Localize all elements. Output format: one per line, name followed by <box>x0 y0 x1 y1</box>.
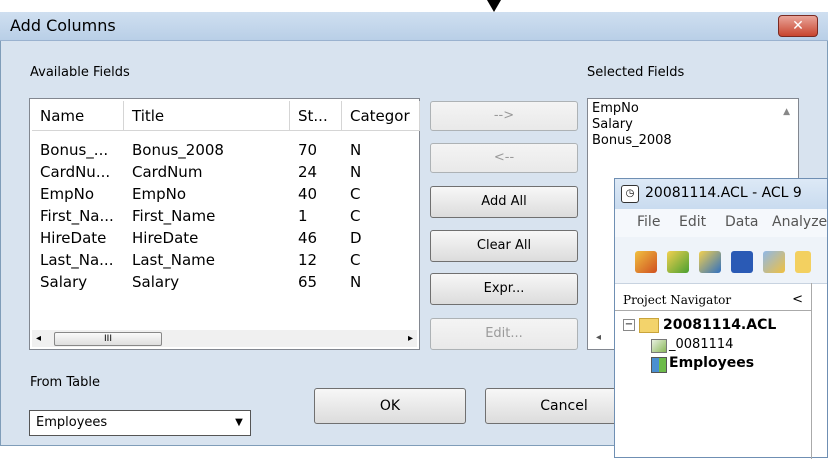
cell-name: Salary <box>40 273 88 291</box>
dialog-title: Add Columns <box>10 16 116 35</box>
dialog-titlebar: Add Columns ✕ <box>0 12 828 41</box>
column-header-category[interactable]: Categor <box>342 101 420 131</box>
scroll-thumb[interactable]: III <box>54 332 162 346</box>
edit-button[interactable]: Edit... <box>430 318 578 350</box>
toolbar-notes-icon[interactable] <box>795 251 811 273</box>
table-row[interactable]: First_Na... First_Name 1 C <box>32 205 420 227</box>
cell-category: N <box>350 273 362 291</box>
table-row[interactable]: CardNu... CardNum 24 N <box>32 161 420 183</box>
add-all-button[interactable]: Add All <box>430 186 578 218</box>
list-item[interactable]: EmpNo <box>590 101 672 117</box>
table-row[interactable]: HireDate HireDate 46 D <box>32 227 420 249</box>
from-table-select[interactable]: Employees ▼ <box>29 410 251 436</box>
horizontal-scrollbar[interactable]: ◂ III ▸ <box>32 330 417 347</box>
table-row[interactable]: Salary Salary 65 N <box>32 271 420 293</box>
cell-category: N <box>350 141 362 159</box>
available-fields-list[interactable]: Name Title St... Categor Bonus_... Bonus… <box>29 98 420 350</box>
expr-button[interactable]: Expr... <box>430 273 578 305</box>
list-item[interactable]: Bonus_2008 <box>590 133 672 149</box>
cell-start: 46 <box>298 229 318 247</box>
menu-file[interactable]: File <box>637 214 660 230</box>
menu-edit[interactable]: Edit <box>679 214 706 230</box>
available-fields-header: Name Title St... Categor <box>32 101 420 131</box>
scroll-right-icon[interactable]: ▸ <box>408 330 413 347</box>
dropdown-arrow-icon[interactable]: ▼ <box>230 413 248 433</box>
close-button[interactable]: ✕ <box>778 15 818 37</box>
close-icon: ✕ <box>792 18 804 34</box>
panel-divider <box>811 283 812 459</box>
table-row[interactable]: Last_Na... Last_Name 12 C <box>32 249 420 271</box>
scroll-left-icon[interactable]: ◂ <box>36 330 41 347</box>
scroll-up-icon[interactable]: ▲ <box>783 107 790 117</box>
column-header-start[interactable]: St... <box>290 101 342 131</box>
script-name: _0081114 <box>669 337 734 352</box>
cell-category: C <box>350 207 361 225</box>
menu-data[interactable]: Data <box>725 214 758 230</box>
save-icon[interactable] <box>731 251 753 273</box>
acl-titlebar: ◷ 20081114.ACL - ACL 9 <box>615 179 827 209</box>
cell-start: 1 <box>298 207 308 225</box>
column-header-name[interactable]: Name <box>32 101 124 131</box>
cell-name: First_Na... <box>40 207 114 225</box>
cell-title: HireDate <box>132 229 199 247</box>
cell-category: C <box>350 251 361 269</box>
column-header-title[interactable]: Title <box>124 101 290 131</box>
selected-items: EmpNo Salary Bonus_2008 <box>590 101 672 149</box>
cell-name: Bonus_... <box>40 141 109 159</box>
table-icon <box>651 357 667 373</box>
cell-category: N <box>350 163 362 181</box>
collapse-icon[interactable]: − <box>623 319 635 331</box>
cell-title: Last_Name <box>132 251 215 269</box>
cell-start: 70 <box>298 141 318 159</box>
cell-name: HireDate <box>40 229 107 247</box>
available-fields-label: Available Fields <box>30 65 130 80</box>
script-icon <box>651 339 667 353</box>
cell-start: 40 <box>298 185 318 203</box>
cell-title: Bonus_2008 <box>132 141 224 159</box>
table-row[interactable]: EmpNo EmpNo 40 C <box>32 183 420 205</box>
table-row[interactable]: Bonus_... Bonus_2008 70 N <box>32 139 420 161</box>
project-navigator-header: Project Navigator < <box>615 289 811 311</box>
toolbar-print-icon[interactable] <box>763 251 785 273</box>
cell-category: D <box>350 229 362 247</box>
table-name: Employees <box>669 355 755 371</box>
acl-toolbar <box>615 237 827 284</box>
cell-start: 65 <box>298 273 318 291</box>
cell-start: 12 <box>298 251 318 269</box>
project-name: 20081114.ACL <box>663 317 777 333</box>
menu-analyze[interactable]: Analyze <box>772 214 827 230</box>
clear-all-button[interactable]: Clear All <box>430 230 578 262</box>
from-table-label: From Table <box>30 375 100 390</box>
toolbar-new-project-icon[interactable] <box>635 251 657 273</box>
selected-fields-label: Selected Fields <box>587 65 685 80</box>
list-item[interactable]: Salary <box>590 117 672 133</box>
cell-start: 24 <box>298 163 318 181</box>
project-navigator-label: Project Navigator <box>623 293 732 307</box>
acl-window[interactable]: ◷ 20081114.ACL - ACL 9 File Edit Data An… <box>614 178 828 459</box>
toolbar-open-table-icon[interactable] <box>699 251 721 273</box>
cell-name: Last_Na... <box>40 251 114 269</box>
cell-title: EmpNo <box>132 185 187 203</box>
cell-name: EmpNo <box>40 185 95 203</box>
collapse-navigator-button[interactable]: < <box>792 289 803 311</box>
from-table-value: Employees <box>36 415 108 430</box>
scroll-left-icon[interactable]: ◂ <box>596 332 601 343</box>
toolbar-open-project-icon[interactable] <box>667 251 689 273</box>
app-icon: ◷ <box>621 185 639 203</box>
pointer-arrow-icon <box>487 0 501 12</box>
add-button[interactable]: --> <box>430 101 578 131</box>
cell-category: C <box>350 185 361 203</box>
cell-title: Salary <box>132 273 180 291</box>
cell-name: CardNu... <box>40 163 111 181</box>
cell-title: First_Name <box>132 207 216 225</box>
folder-icon <box>639 318 659 333</box>
acl-menubar: File Edit Data Analyze <box>615 209 827 237</box>
remove-button[interactable]: <-- <box>430 143 578 173</box>
acl-title: 20081114.ACL - ACL 9 <box>645 185 802 201</box>
ok-button[interactable]: OK <box>314 388 466 424</box>
cell-title: CardNum <box>132 163 203 181</box>
